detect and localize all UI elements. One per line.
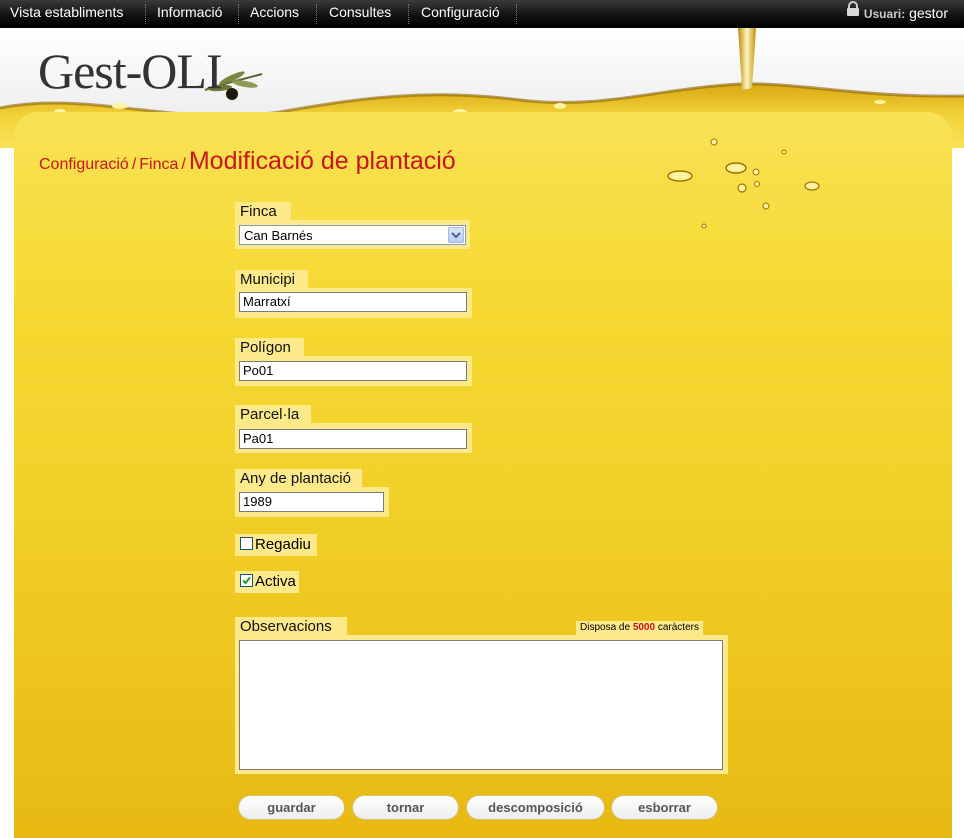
activa-label: Activa	[255, 573, 296, 590]
regadiu-row: Regadiu	[235, 534, 317, 556]
activa-row: Activa	[235, 571, 299, 593]
any-plantacio-label: Any de plantació	[235, 469, 362, 489]
chevron-down-icon[interactable]	[448, 227, 464, 243]
nav-configuracio[interactable]: Configuració	[421, 0, 500, 28]
regadiu-label: Regadiu	[255, 536, 311, 553]
checkmark-icon	[242, 576, 251, 585]
app-logo: Gest-OLI	[38, 43, 223, 99]
breadcrumb-separator: /	[181, 156, 186, 173]
nav-separator	[145, 4, 146, 24]
observacions-label: Observacions	[235, 617, 347, 637]
regadiu-checkbox[interactable]	[240, 536, 253, 550]
nav-separator	[316, 4, 317, 24]
back-button[interactable]: tornar	[352, 795, 459, 820]
municipi-label: Municipi	[235, 270, 308, 290]
any-plantacio-input[interactable]: 1989	[239, 492, 384, 512]
parcela-input[interactable]: Pa01	[239, 429, 467, 449]
poligon-input[interactable]: Po01	[239, 361, 467, 381]
nav-accions[interactable]: Accions	[250, 0, 299, 28]
top-nav: Vista establiments Informació Accions Co…	[0, 0, 964, 28]
delete-button[interactable]: esborrar	[611, 795, 718, 820]
breadcrumb-separator: /	[131, 156, 137, 173]
nav-consultes[interactable]: Consultes	[329, 0, 391, 28]
page-title: Modificació de plantació	[188, 147, 456, 175]
decompose-button[interactable]: descomposició	[466, 795, 605, 820]
user-label: Usuari:	[863, 7, 906, 21]
municipi-input[interactable]: Marratxí	[239, 292, 467, 312]
nav-separator	[238, 4, 239, 24]
char-counter-value: 5000	[632, 622, 656, 633]
breadcrumb-finca[interactable]: Finca	[139, 156, 178, 173]
char-counter-prefix: Disposa de	[580, 622, 631, 633]
save-button[interactable]: guardar	[238, 795, 345, 820]
finca-select-value: Can Barnés	[244, 228, 313, 243]
lock-icon	[846, 0, 860, 26]
breadcrumb-configuracio[interactable]: Configuració	[39, 156, 129, 173]
breadcrumb: Configuració / Finca / Modificació de planta…	[39, 147, 456, 176]
finca-select[interactable]: Can Barnés	[239, 225, 466, 245]
nav-informacio[interactable]: Informació	[157, 0, 222, 28]
poligon-label: Polígon	[235, 338, 304, 358]
nav-separator	[408, 4, 409, 24]
activa-checkbox[interactable]	[240, 573, 253, 587]
user-area: Usuari: gestor	[846, 0, 948, 28]
parcela-label: Parcel·la	[235, 405, 311, 425]
char-counter: Disposa de 5000 caràcters	[576, 621, 703, 635]
observacions-textarea[interactable]	[239, 640, 723, 770]
user-name[interactable]: gestor	[909, 5, 948, 21]
finca-label: Finca	[235, 202, 291, 222]
nav-vista-establiments[interactable]: Vista establiments	[10, 0, 123, 28]
nav-separator	[516, 4, 517, 24]
char-counter-suffix: caràcters	[657, 622, 699, 633]
